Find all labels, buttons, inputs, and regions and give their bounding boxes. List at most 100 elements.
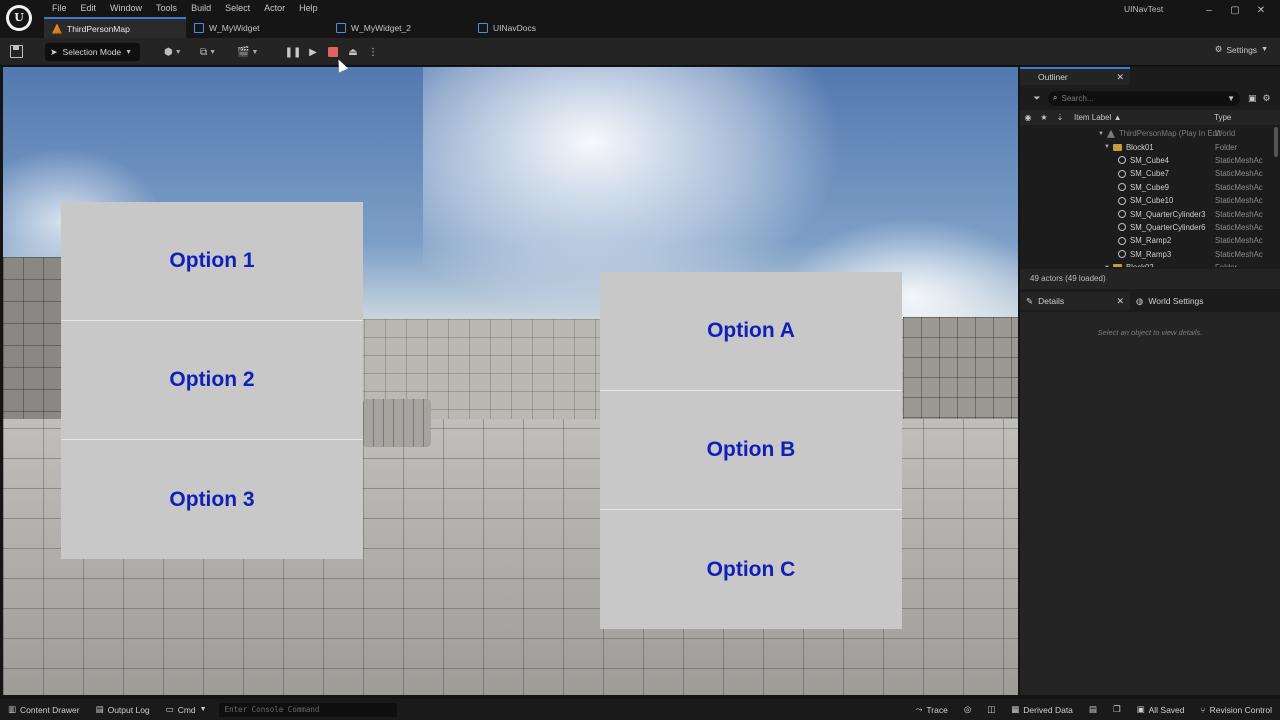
outliner-item-label: SM_QuarterCylinder6 [1130,222,1206,232]
menu-actor[interactable]: Actor [257,2,292,14]
right-option-panel: Option A Option B Option C [600,272,902,629]
all-saved-label: All Saved [1148,704,1185,715]
outliner-tree: ▼ ThirdPersonMap (Play In Edit World ▼ Block… [1020,127,1270,267]
outliner-row[interactable]: ▼ Block01 Folder [1020,140,1270,153]
outliner-row[interactable]: SM_Cube4 StaticMeshAc [1020,154,1270,167]
blueprint-button[interactable]: ⧉ ▼ [200,44,216,60]
all-saved-button[interactable]: ▣ All Saved [1129,704,1193,715]
content-drawer-label: Content Drawer [20,704,80,715]
option-3-button[interactable]: Option 3 [61,440,363,559]
log-icon: ▤ [95,704,104,714]
tab-w-mywidget-2[interactable]: W_MyWidget_2 [328,17,470,38]
close-icon[interactable]: ✕ [1116,72,1124,83]
outliner-row[interactable]: SM_Cube10 StaticMeshAc [1020,194,1270,207]
gear-icon[interactable]: ⚙ [1263,93,1271,104]
output-log-button[interactable]: ▤ Output Log [88,704,158,715]
column-item-label[interactable]: Item Label ▲ [1074,113,1214,122]
add-folder-icon[interactable]: ▣ [1248,93,1257,104]
database-icon: ▦ [1011,704,1020,714]
expand-arrow-icon[interactable]: ▼ [1104,265,1110,267]
pin-icon[interactable]: ⇣ [1052,113,1068,122]
tab-outliner[interactable]: Outliner ✕ [1020,67,1130,85]
outliner-search-input[interactable]: ⌕ Search... ▼ [1048,90,1240,106]
eye-icon[interactable]: ◉ [1020,113,1036,122]
outliner-item-label: SM_Cube7 [1130,169,1170,179]
outliner-row[interactable]: SM_QuarterCylinder3 StaticMeshAc [1020,207,1270,220]
eject-button[interactable]: ⏏ [346,45,360,59]
kebab-icon: ⋮ [368,46,378,58]
outliner-row[interactable]: SM_Ramp3 StaticMeshAc [1020,248,1270,261]
revision-control-button[interactable]: ⑂ Revision Control [1193,705,1280,715]
menu-help[interactable]: Help [292,2,325,14]
tab-uinavdocs[interactable]: UINavDocs [470,17,612,38]
tab-thirdpersonmap[interactable]: ThirdPersonMap [44,17,186,38]
option-c-button[interactable]: Option C [600,510,902,629]
tab-w-mywidget[interactable]: W_MyWidget [186,17,328,38]
menu-select[interactable]: Select [218,2,257,14]
source-button[interactable]: ▤ [1081,704,1105,715]
outliner-row[interactable]: ▼ Block02 Folder [1020,261,1270,267]
option-2-button[interactable]: Option 2 [61,321,363,440]
derived-data-button[interactable]: ▦ Derived Data [1003,704,1081,715]
outliner-scrollbar[interactable] [1274,127,1278,157]
status-bar-right: ⤳ Trace ◎ ◫ ▦ Derived Data ▤ ❐ ▣ All Sav… [908,699,1280,720]
screenshot-button[interactable]: ◫ [979,704,1003,715]
selection-mode-dropdown[interactable]: ➤ Selection Mode ▼ [45,43,140,61]
outliner-row[interactable]: SM_Cube9 StaticMeshAc [1020,181,1270,194]
frame-advance-button[interactable]: ▶ [306,45,320,59]
settings-label: Settings [1226,44,1258,55]
menu-window[interactable]: Window [103,2,149,14]
menu-file[interactable]: File [45,2,74,14]
level-viewport[interactable]: Option 1 Option 2 Option 3 Option A Opti… [3,67,1018,695]
close-icon[interactable]: ✕ [1116,296,1124,307]
record-button[interactable]: ◎ [956,704,979,715]
star-icon[interactable]: ★ [1036,113,1052,122]
maximize-button[interactable]: ▢ [1222,2,1248,20]
mesh-icon [1118,223,1126,232]
menu-edit[interactable]: Edit [74,2,104,14]
expand-arrow-icon[interactable]: ▼ [1104,144,1110,150]
close-button[interactable]: ✕ [1248,2,1274,20]
mesh-icon [1118,169,1126,178]
document-tabs: ThirdPersonMap W_MyWidget W_MyWidget_2 U… [44,17,612,38]
outliner-item-type: StaticMeshAc [1215,249,1263,259]
trace-button[interactable]: ⤳ Trace [908,704,956,715]
more-options-button[interactable]: ⋮ [366,45,380,59]
cinematics-button[interactable]: 🎬 ▼ [237,44,258,60]
content-drawer-button[interactable]: ▥ Content Drawer [0,704,88,715]
stop-button[interactable] [326,45,340,59]
mesh-icon [1118,210,1126,219]
settings-button[interactable]: ⚙ Settings ▼ [1215,44,1268,55]
unreal-logo-icon[interactable]: U [6,5,32,31]
pencil-icon: ✎ [1026,295,1034,306]
option-b-button[interactable]: Option B [600,391,902,510]
menu-build[interactable]: Build [184,2,218,14]
outliner-item-label: SM_Cube4 [1130,155,1170,165]
doc-icon [478,22,488,33]
step-icon: ▶ [309,46,317,58]
outliner-row[interactable]: SM_QuarterCylinder6 StaticMeshAc [1020,221,1270,234]
save-icon[interactable] [10,45,23,58]
record-icon: ◎ [963,704,972,714]
chevron-down-icon: ▼ [1227,93,1235,103]
tab-details[interactable]: ✎ Details ✕ [1020,292,1130,310]
details-tab-label: Details [1038,296,1065,306]
outliner-item-label: ThirdPersonMap (Play In Edit [1118,129,1221,139]
cmd-dropdown[interactable]: ▭ Cmd ▼ [158,704,215,715]
option-a-button[interactable]: Option A [600,272,902,391]
option-1-button[interactable]: Option 1 [61,202,363,321]
outliner-row[interactable]: SM_Cube7 StaticMeshAc [1020,167,1270,180]
outliner-row[interactable]: SM_Ramp2 StaticMeshAc [1020,234,1270,247]
console-command-input[interactable]: Enter Console Command [218,702,397,717]
filter-icon[interactable]: ⏷ [1026,93,1048,104]
files-button[interactable]: ❐ [1105,704,1129,715]
tab-world-settings[interactable]: ◍ World Settings [1130,292,1240,310]
menu-tools[interactable]: Tools [149,2,184,14]
pause-button[interactable]: ❚❚ [285,45,302,59]
mesh-icon [1118,236,1126,245]
outliner-row[interactable]: ▼ ThirdPersonMap (Play In Edit World [1020,127,1270,140]
minimize-button[interactable]: – [1196,2,1222,20]
add-actor-button[interactable]: ⬢ ▼ [164,44,182,60]
column-type[interactable]: Type [1214,113,1231,122]
expand-arrow-icon[interactable]: ▼ [1098,131,1104,137]
